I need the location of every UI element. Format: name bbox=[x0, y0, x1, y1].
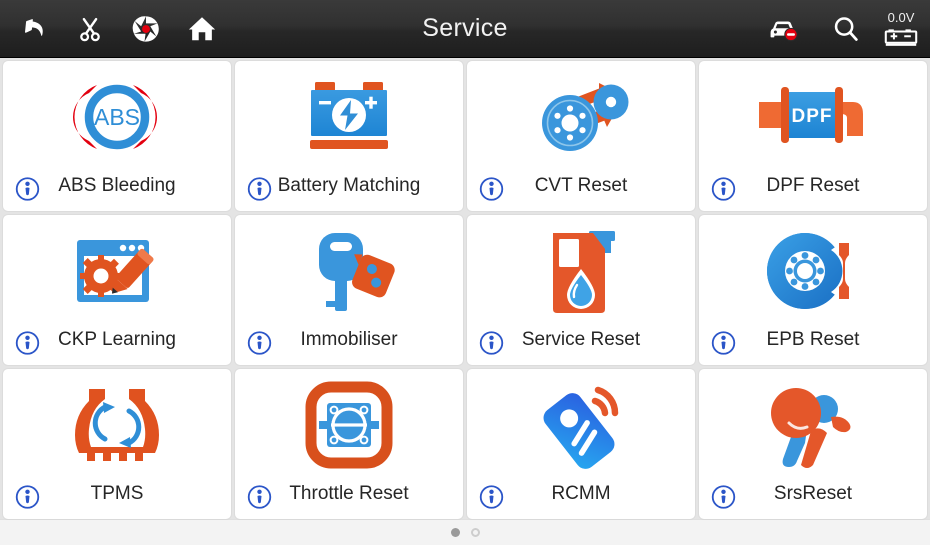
tile-icon-wrap: DPF bbox=[699, 61, 927, 167]
tile-footer: CVT Reset bbox=[467, 167, 695, 211]
info-icon[interactable] bbox=[247, 485, 272, 510]
tile-label: EPB Reset bbox=[766, 329, 860, 350]
tile-cvt-reset[interactable]: CVT Reset bbox=[467, 61, 695, 211]
info-icon[interactable] bbox=[247, 331, 272, 356]
info-icon[interactable] bbox=[479, 485, 504, 510]
home-icon bbox=[188, 16, 216, 40]
toolbar-left-group bbox=[0, 5, 226, 53]
tile-immobiliser[interactable]: Immobiliser bbox=[235, 215, 463, 365]
tile-tpms[interactable]: TPMS bbox=[3, 369, 231, 519]
remote-signal-icon bbox=[543, 386, 619, 469]
tile-icon-wrap bbox=[467, 61, 695, 167]
tile-icon-wrap bbox=[235, 61, 463, 167]
abs-brake-icon: ABS bbox=[72, 84, 157, 150]
back-button[interactable] bbox=[10, 5, 58, 53]
toolbar-right-group: 0.0V bbox=[760, 5, 930, 53]
tire-pressure-icon bbox=[75, 389, 159, 461]
info-icon[interactable] bbox=[711, 331, 736, 356]
key-fob-icon bbox=[319, 233, 395, 311]
tile-label: SrsReset bbox=[773, 483, 853, 504]
cvt-pulley-belt-icon bbox=[542, 83, 629, 151]
tile-icon-wrap bbox=[235, 215, 463, 321]
search-icon bbox=[834, 16, 858, 41]
info-icon[interactable] bbox=[15, 177, 40, 202]
info-icon[interactable] bbox=[247, 177, 272, 202]
battery-icon bbox=[884, 28, 918, 46]
tile-footer: Service Reset bbox=[467, 321, 695, 365]
tile-label: ABS Bleeding bbox=[58, 175, 176, 196]
tile-label: TPMS bbox=[90, 483, 144, 504]
voltage-indicator[interactable]: 0.0V bbox=[884, 11, 918, 47]
tile-icon-wrap bbox=[467, 369, 695, 475]
info-icon[interactable] bbox=[711, 485, 736, 510]
tile-abs-bleeding[interactable]: ABS ABS Bleeding bbox=[3, 61, 231, 211]
tile-footer: ABS Bleeding bbox=[3, 167, 231, 211]
back-arrow-icon bbox=[25, 18, 43, 36]
svg-text:DPF: DPF bbox=[792, 106, 833, 127]
service-app: Service 0.0V ABS ABS Bleeding Battery Ma… bbox=[0, 0, 930, 545]
tile-footer: Immobiliser bbox=[235, 321, 463, 365]
tile-icon-wrap bbox=[235, 369, 463, 475]
airbag-occupant-icon bbox=[771, 388, 851, 468]
tile-icon-wrap bbox=[467, 215, 695, 321]
tile-epb-reset[interactable]: EPB Reset bbox=[699, 215, 927, 365]
voltage-value: 0.0V bbox=[887, 9, 915, 25]
camera-aperture-icon bbox=[132, 15, 159, 42]
vehicle-disconnected-button[interactable] bbox=[760, 5, 808, 53]
top-toolbar: Service 0.0V bbox=[0, 0, 930, 58]
tile-footer: RCMM bbox=[467, 475, 695, 519]
tile-label: CKP Learning bbox=[58, 329, 176, 350]
info-icon[interactable] bbox=[15, 485, 40, 510]
page-dot-2[interactable] bbox=[470, 528, 480, 537]
dpf-filter-icon: DPF bbox=[759, 87, 863, 143]
tile-footer: Battery Matching bbox=[235, 167, 463, 211]
page-dot-1[interactable] bbox=[450, 528, 460, 537]
tile-label: Immobiliser bbox=[300, 329, 398, 350]
tile-icon-wrap bbox=[699, 369, 927, 475]
tile-footer: TPMS bbox=[3, 475, 231, 519]
throttle-body-icon bbox=[305, 381, 393, 469]
info-icon[interactable] bbox=[15, 331, 40, 356]
gear-pencil-window-icon bbox=[77, 240, 154, 302]
page-indicator bbox=[0, 519, 930, 545]
info-icon[interactable] bbox=[479, 331, 504, 356]
info-icon[interactable] bbox=[479, 177, 504, 202]
record-button[interactable] bbox=[122, 5, 170, 53]
brake-disc-caliper-icon bbox=[766, 233, 854, 309]
tile-footer: CKP Learning bbox=[3, 321, 231, 365]
tile-icon-wrap bbox=[3, 369, 231, 475]
tile-srs-reset[interactable]: SrsReset bbox=[699, 369, 927, 519]
tile-label: Battery Matching bbox=[277, 175, 421, 196]
scissors-icon bbox=[80, 17, 100, 41]
svg-text:ABS: ABS bbox=[94, 104, 140, 130]
tile-footer: Throttle Reset bbox=[235, 475, 463, 519]
info-icon[interactable] bbox=[711, 177, 736, 202]
tile-ckp-learning[interactable]: CKP Learning bbox=[3, 215, 231, 365]
tile-label: DPF Reset bbox=[766, 175, 860, 196]
tile-battery-matching[interactable]: Battery Matching bbox=[235, 61, 463, 211]
tile-icon-wrap: ABS bbox=[3, 61, 231, 167]
car-no-entry-icon bbox=[770, 20, 798, 41]
tile-label: Throttle Reset bbox=[289, 483, 409, 504]
tile-footer: DPF Reset bbox=[699, 167, 927, 211]
tile-label: CVT Reset bbox=[534, 175, 628, 196]
snip-button[interactable] bbox=[66, 5, 114, 53]
tile-footer: EPB Reset bbox=[699, 321, 927, 365]
car-battery-icon bbox=[310, 82, 388, 149]
tile-label: RCMM bbox=[551, 483, 611, 504]
tile-dpf-reset[interactable]: DPF DPF Reset bbox=[699, 61, 927, 211]
search-button[interactable] bbox=[822, 5, 870, 53]
tile-icon-wrap bbox=[699, 215, 927, 321]
tile-icon-wrap bbox=[3, 215, 231, 321]
oil-bottle-drop-icon bbox=[553, 231, 615, 313]
tile-label: Service Reset bbox=[521, 329, 641, 350]
home-button[interactable] bbox=[178, 5, 226, 53]
tile-throttle-reset[interactable]: Throttle Reset bbox=[235, 369, 463, 519]
tile-footer: SrsReset bbox=[699, 475, 927, 519]
service-function-grid: ABS ABS Bleeding Battery Matching CVT Re… bbox=[0, 58, 930, 519]
tile-service-reset[interactable]: Service Reset bbox=[467, 215, 695, 365]
tile-rcmm[interactable]: RCMM bbox=[467, 369, 695, 519]
